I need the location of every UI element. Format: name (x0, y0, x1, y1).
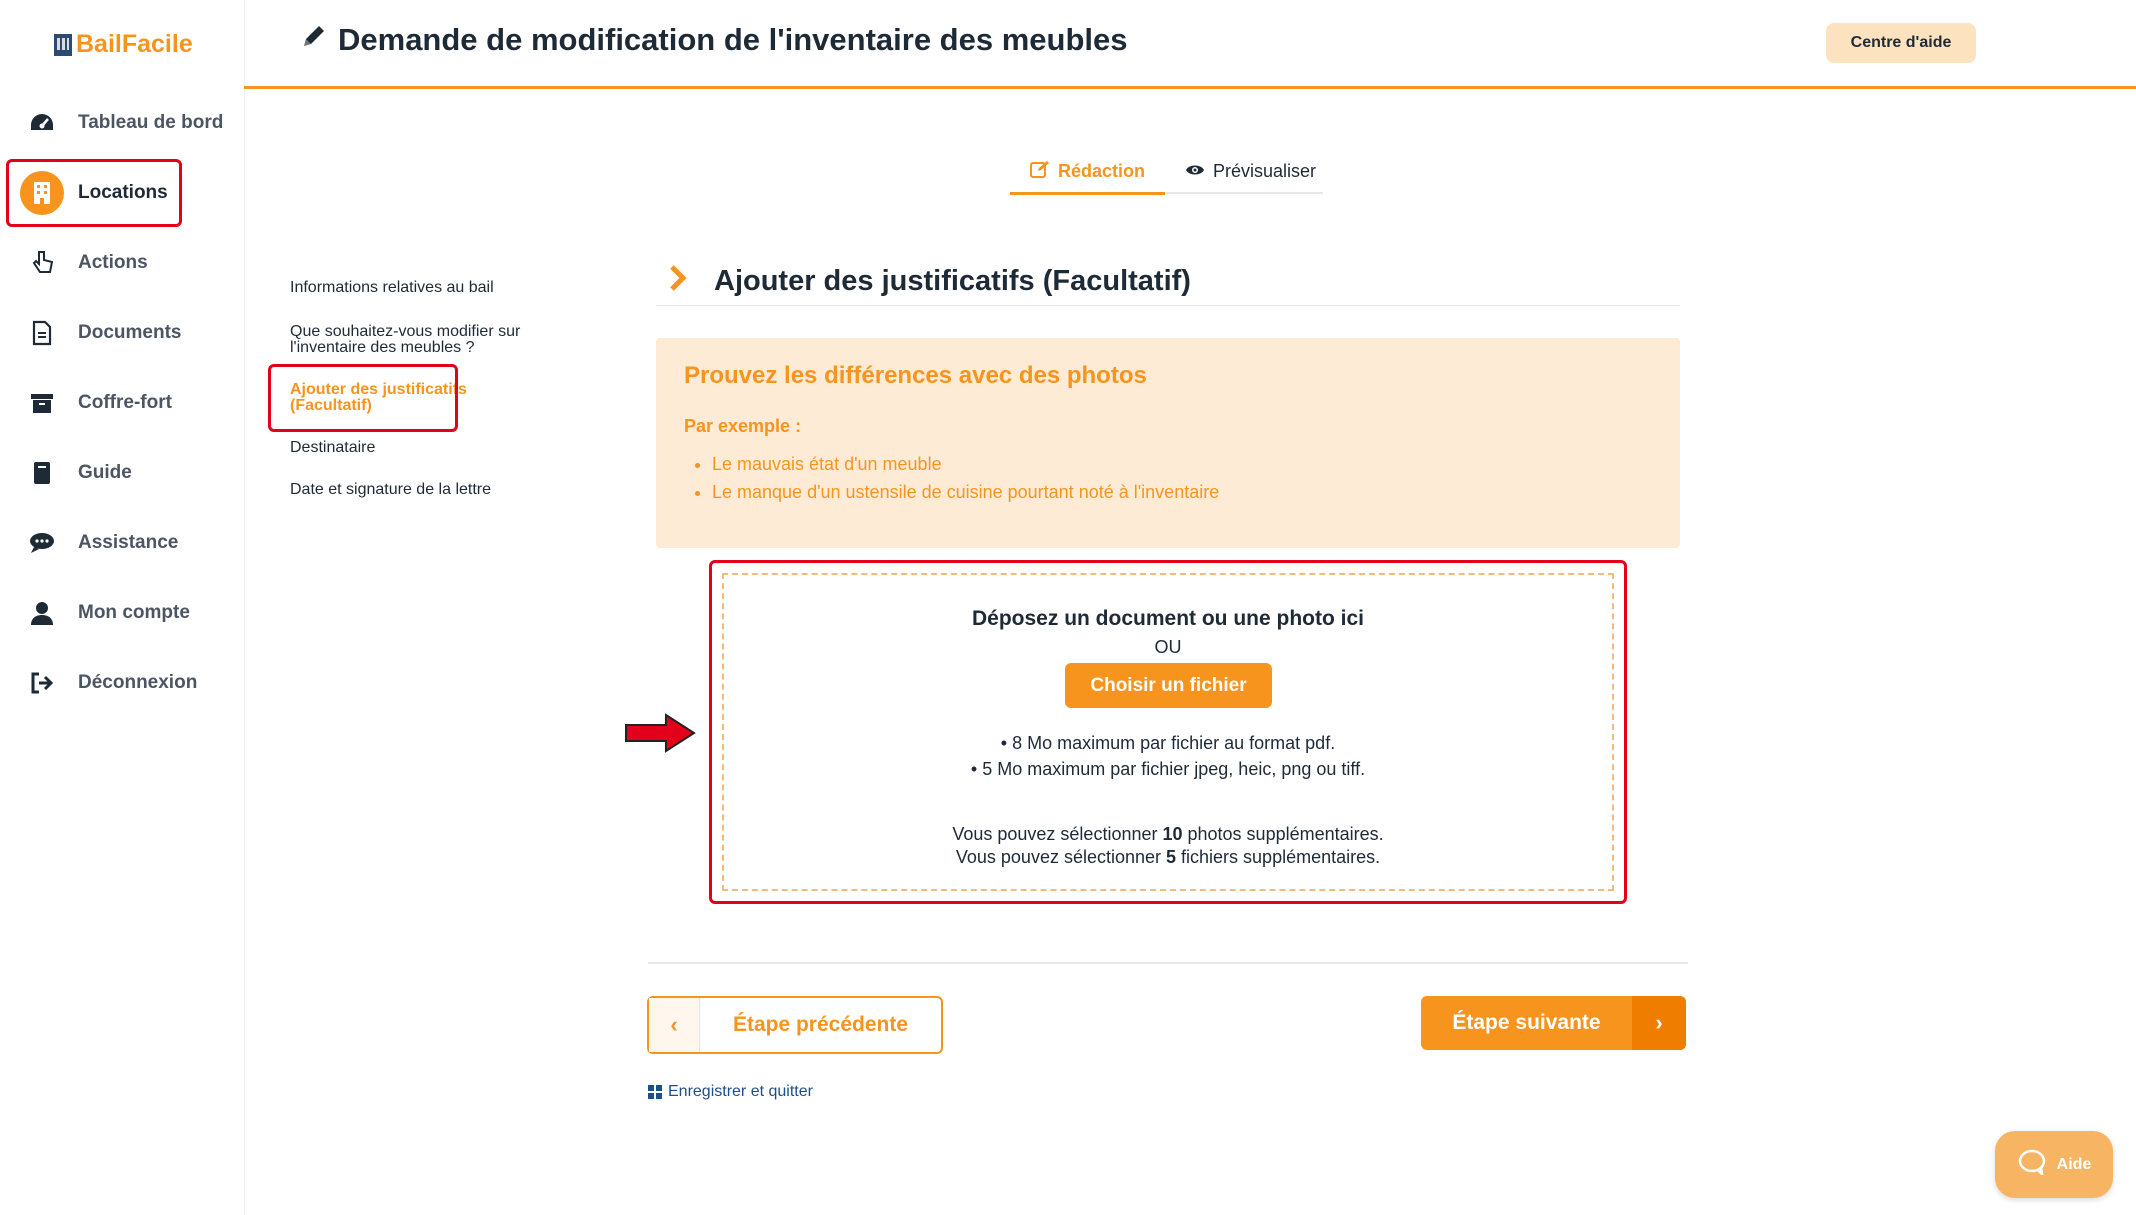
dropzone-or: OU (1154, 637, 1182, 657)
tab-label: Prévisualiser (1213, 160, 1317, 181)
step-date-signature[interactable]: Date et signature de la lettre (290, 482, 550, 498)
files-remaining: Vous pouvez sélectionner 5 fichiers supp… (724, 847, 1612, 868)
limit-pdf: • 8 Mo maximum par fichier au format pdf… (1000, 733, 1336, 753)
photos-remaining: Vous pouvez sélectionner 10 photos suppl… (724, 824, 1612, 845)
sidebar-item-deconnexion[interactable]: Déconnexion (28, 658, 197, 708)
dropzone-title: Déposez un document ou une photo ici (972, 607, 1364, 630)
help-chat-button[interactable]: Aide (1995, 1131, 2113, 1198)
sidebar-item-assistance[interactable]: Assistance (28, 518, 178, 568)
edit-icon (1030, 160, 1050, 183)
sidebar-item-actions[interactable]: Actions (28, 238, 148, 288)
document-icon (28, 319, 56, 347)
text: Vous pouvez sélectionner (955, 847, 1167, 867)
limit-images: • 5 Mo maximum par fichier jpeg, heic, p… (970, 759, 1366, 779)
sidebar: BailFacile Tableau de bord Locations Act… (0, 0, 245, 1215)
chat-icon (2017, 1149, 2047, 1180)
save-and-quit-link[interactable]: Enregistrer et quitter (648, 1083, 813, 1101)
sidebar-item-tableau-de-bord[interactable]: Tableau de bord (28, 98, 223, 148)
building-logo-icon (54, 33, 72, 56)
archive-box-icon (28, 389, 56, 417)
help-chat-label: Aide (2056, 1155, 2092, 1173)
photos-count: 10 (1162, 824, 1183, 844)
highlight-frame-step (268, 364, 458, 432)
save-and-quit-label: Enregistrer et quitter (668, 1083, 813, 1100)
logout-icon (28, 669, 56, 697)
pointer-hand-icon (28, 249, 56, 277)
text: Vous pouvez sélectionner (952, 824, 1163, 844)
section-title-text: Ajouter des justificatifs (Facultatif) (714, 265, 1191, 297)
tab-previsualiser[interactable]: Prévisualiser (1165, 150, 1336, 192)
eye-icon (1185, 161, 1205, 182)
tab-redaction[interactable]: Rédaction (1010, 150, 1166, 195)
previous-step-label: Étape précédente (732, 1013, 909, 1036)
list-item: Le mauvais état d'un meuble (712, 450, 1219, 478)
sidebar-item-mon-compte[interactable]: Mon compte (28, 588, 190, 638)
chevron-right-icon: › (1632, 996, 1686, 1050)
sidebar-item-label: Coffre-fort (78, 392, 172, 413)
mode-tabs: Rédaction Prévisualiser (1010, 150, 1323, 195)
step-que-modifier[interactable]: Que souhaitez-vous modifier sur l'invent… (290, 324, 560, 356)
highlight-frame-dropzone: Déposez un document ou une photo ici OU … (709, 560, 1627, 904)
step-informations-bail[interactable]: Informations relatives au bail (290, 280, 550, 296)
sidebar-item-label: Assistance (78, 532, 179, 553)
file-dropzone[interactable]: Déposez un document ou une photo ici OU … (722, 573, 1614, 891)
user-icon (28, 599, 56, 627)
red-arrow-icon (624, 712, 696, 759)
sidebar-item-guide[interactable]: Guide (28, 448, 132, 498)
brand-name: BailFacile (76, 30, 193, 58)
chevron-left-icon: ‹ (649, 998, 700, 1052)
sidebar-item-label: Mon compte (78, 602, 190, 623)
previous-step-button[interactable]: ‹ Étape précédente (647, 996, 943, 1054)
chevron-right-icon (668, 262, 688, 301)
sidebar-item-documents[interactable]: Documents (28, 308, 181, 358)
section-divider (656, 305, 1680, 306)
example-list: Le mauvais état d'un meuble Le manque d'… (684, 450, 1219, 506)
sidebar-item-coffre-fort[interactable]: Coffre-fort (28, 378, 172, 428)
step-destinataire[interactable]: Destinataire (290, 440, 550, 456)
sidebar-item-label: Documents (78, 322, 182, 343)
help-center-button[interactable]: Centre d'aide (1826, 23, 1976, 63)
tab-label: Rédaction (1058, 160, 1146, 181)
sidebar-item-label: Guide (78, 462, 132, 483)
text: photos supplémentaires. (1182, 824, 1384, 844)
text: fichiers supplémentaires. (1176, 847, 1381, 867)
page-title: Demande de modification de l'inventaire … (300, 22, 1127, 58)
footer-divider (648, 962, 1688, 964)
section-title: Ajouter des justificatifs (Facultatif) (668, 262, 1191, 301)
info-panel: Prouvez les différences avec des photos … (656, 338, 1680, 548)
brand-logo[interactable]: BailFacile (54, 30, 193, 59)
sidebar-item-label: Tableau de bord (78, 112, 224, 133)
grid-icon (648, 1085, 662, 1099)
chat-bubble-icon (28, 529, 56, 557)
list-item: Le manque d'un ustensile de cuisine pour… (712, 478, 1219, 506)
choose-file-button[interactable]: Choisir un fichier (1065, 663, 1272, 708)
next-step-label: Étape suivante (1452, 1011, 1601, 1034)
speedometer-icon (28, 109, 56, 137)
example-label: Par exemple : (684, 416, 802, 436)
highlight-frame-locations (6, 159, 182, 227)
book-icon (28, 459, 56, 487)
sidebar-item-label: Actions (78, 252, 148, 273)
files-count: 5 (1166, 847, 1177, 867)
sidebar-item-label: Déconnexion (78, 672, 198, 693)
pencil-icon (300, 22, 328, 58)
page-header: Demande de modification de l'inventaire … (244, 0, 2136, 89)
page-title-text: Demande de modification de l'inventaire … (338, 22, 1128, 57)
next-step-button[interactable]: Étape suivante › (1421, 996, 1686, 1050)
info-heading: Prouvez les différences avec des photos (684, 362, 1147, 389)
